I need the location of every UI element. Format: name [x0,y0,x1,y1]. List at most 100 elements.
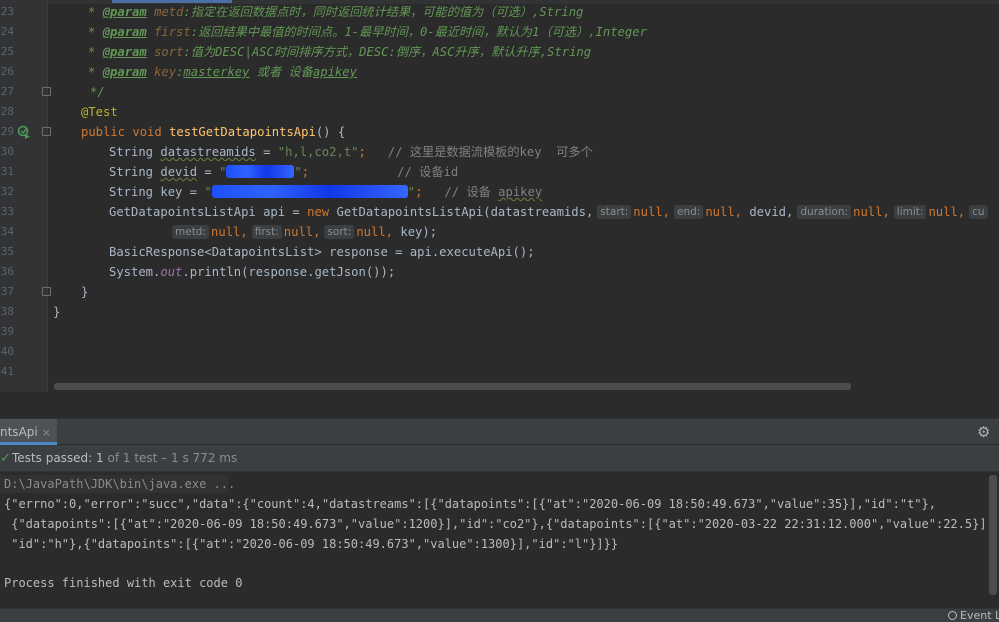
console-line: {"errno":0,"error":"succ","data":{"count… [4,497,936,511]
javadoc-tag: @param [102,45,147,59]
null-literal: null, [356,225,394,239]
run-test-icon[interactable] [17,125,31,139]
param-hint-metd: metd: [172,225,210,239]
gear-icon[interactable]: ⚙ [977,424,993,440]
type-name: String key = [109,185,205,199]
string-quote: " [204,185,212,199]
line-number: 29 [0,125,14,138]
param-hint-cursor: cu [969,205,988,219]
string-quote: " [219,165,227,179]
method-modifiers: public void [81,125,170,139]
line-number: 27 [0,85,14,98]
console-output[interactable]: D:\JavaPath\JDK\bin\java.exe ... {"errno… [0,473,999,608]
line-number: 24 [0,25,14,38]
variable-name: datastreamids [160,145,256,159]
javadoc-text: :返回结果中最值的时间点。1-最早时间，0-最近时间，默认为1（可选）,Inte… [190,25,647,39]
tests-passed-summary: Tests passed: 1 of 1 test – 1 s 772 ms [12,445,237,472]
param-hint-duration: duration: [797,205,852,219]
null-literal: null, [211,225,248,239]
operator: = [255,145,278,159]
code-line-34: metd: null, first: null, sort: null, key); [168,222,437,242]
line-number: 34 [0,225,14,238]
tests-passed-label: Tests passed: [12,451,93,465]
test-annotation: @Test [81,105,118,119]
redaction-mark [211,185,408,198]
javadoc-param: key [154,65,177,79]
method-signature-rest: () { [315,125,346,139]
comment-star: * [88,45,103,59]
code-line-25: * @param sort:值为DESC|ASC时间排序方式，DESC:倒序，A… [88,42,591,62]
javadoc-param: first [154,25,191,39]
close-icon[interactable]: × [42,426,51,439]
event-log-label: Event L [960,609,999,622]
param-hint-limit: limit: [893,205,927,219]
javadoc-link[interactable]: apikey [313,65,357,79]
semicolon: ; [358,145,366,159]
code-text: key); [393,225,438,239]
fold-marker-icon[interactable] [42,87,51,96]
horizontal-scrollbar[interactable] [54,383,851,390]
code-line-28: @Test [81,102,118,122]
static-field: out [160,265,183,279]
variable-name: devid [160,165,198,179]
string-quote: " [294,165,302,179]
null-literal: null, [633,205,670,219]
fold-marker-icon[interactable] [42,127,51,136]
line-comment: apikey [498,185,543,199]
line-number: 39 [0,325,14,338]
code-line-32: String key = " "; // 设备 apikey [109,182,542,202]
javadoc-text: :指定在返回数据点时，同时返回统计结果，可能的值为（可选）,String [183,5,584,19]
code-line-31: String devid = " "; // 设备id [109,162,458,182]
line-number: 36 [0,265,14,278]
line-number: 37 [0,285,14,298]
code-text: BasicResponse<DatapointsList> response =… [109,245,535,259]
redaction-mark [226,165,295,178]
line-number: 38 [0,305,14,318]
method-name: testGetDatapointsApi [169,125,316,139]
javadoc-param: metd [154,5,184,19]
code-line-38: } [53,302,60,322]
vertical-scrollbar[interactable] [989,475,997,595]
code-text: GetDatapointsListApi api = [109,205,308,219]
run-tab-label: ntsApi [0,425,38,439]
keyword-new: new [307,205,330,219]
code-editor[interactable]: 23 24 25 26 27 28 29 30 31 32 33 34 35 3… [0,0,999,418]
comment-star: * [88,5,103,19]
line-number: 40 [0,345,14,358]
javadoc-tag: @param [102,5,147,19]
line-number: 23 [0,5,14,18]
run-panel-header: ntsApi × ⚙ [0,418,999,445]
line-comment: // 设备 [422,185,499,199]
console-command[interactable]: D:\JavaPath\JDK\bin\java.exe ... [4,474,235,494]
javadoc-link[interactable]: masterkey [183,65,249,79]
fold-marker-icon[interactable] [42,287,51,296]
constructor-call: GetDatapointsListApi(datastreamids, [329,205,594,219]
editor-gutter: 23 24 25 26 27 28 29 30 31 32 33 34 35 3… [0,0,51,392]
line-comment: // 这里是数据流模板的key 可多个 [365,145,593,159]
console-exit-message: Process finished with exit code 0 [4,576,243,590]
code-line-29: public void testGetDatapointsApi() { [81,122,345,142]
console-line: "id":"h"},{"datapoints":[{"at":"2020-06-… [4,537,619,551]
string-quote: " [407,185,416,199]
line-number: 28 [0,105,14,118]
event-log-button[interactable]: Event L [948,609,999,622]
type-name: String [109,145,161,159]
code-text: .println(response.getJson()); [182,265,396,279]
javadoc-text: :值为DESC|ASC时间排序方式，DESC:倒序，ASC升序，默认升序,Str… [183,45,592,59]
tests-total: of 1 test [107,451,158,465]
comment-star: * [88,65,103,79]
line-number: 33 [0,205,14,218]
line-number: 41 [0,365,14,378]
run-tab[interactable]: ntsApi × [0,419,57,445]
comment-end: */ [90,85,105,99]
param-hint-first: first: [251,225,282,239]
code-line-23: * @param metd:指定在返回数据点时，同时返回统计结果，可能的值为（可… [88,2,583,22]
line-number: 32 [0,185,14,198]
test-duration: – 1 s 772 ms [161,451,238,465]
param-hint-start: start: [597,205,632,219]
code-text: System. [109,265,161,279]
check-icon: ✓ [0,451,11,466]
line-number: 26 [0,65,14,78]
null-literal: null, [283,225,321,239]
code-line-24: * @param first:返回结果中最值的时间点。1-最早时间，0-最近时间… [88,22,647,42]
